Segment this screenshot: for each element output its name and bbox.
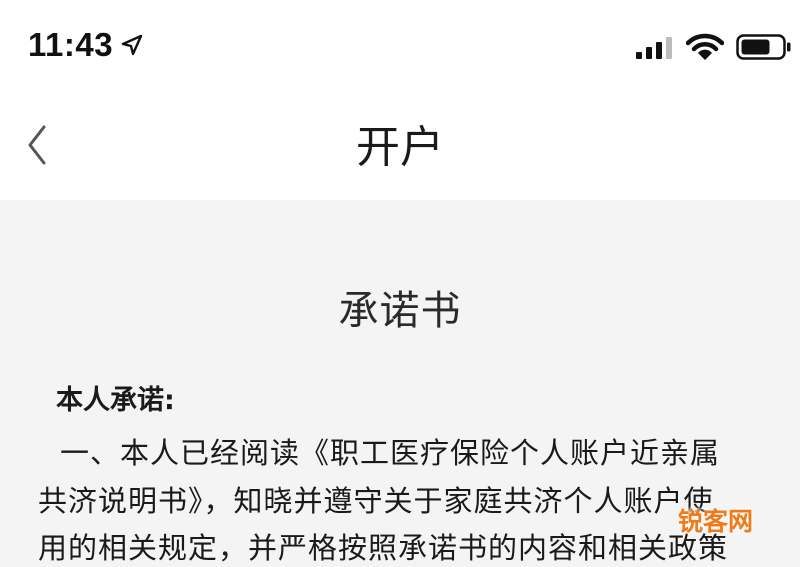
paragraph-line: 一、本人已经阅读《职工医疗保险个人账户近亲属: [60, 436, 721, 470]
status-bar: 11:43: [0, 0, 800, 95]
document-content: 承诺书 本人承诺: 一、本人已经阅读《职工医疗保险个人账户近亲属 共济说明书》，…: [0, 200, 800, 565]
paragraph-line: 用的相关规定，并严格按照承诺书的内容和相关政策: [38, 531, 729, 565]
status-time: 11:43: [28, 26, 114, 63]
location-arrow-icon: [121, 34, 143, 56]
document-title: 承诺书: [338, 288, 462, 334]
paragraph-line: 共济说明书》，知晓并遵守关于家庭共济个人账户使: [38, 484, 714, 518]
navigation-bar: 开户: [0, 95, 800, 200]
page-title: 开户: [356, 122, 444, 173]
pledge-heading: 本人承诺:: [56, 385, 175, 416]
wifi-icon: [686, 33, 724, 60]
watermark: 锐客网: [678, 507, 754, 536]
cellular-signal-icon: [636, 37, 672, 59]
battery-icon: [736, 34, 791, 60]
